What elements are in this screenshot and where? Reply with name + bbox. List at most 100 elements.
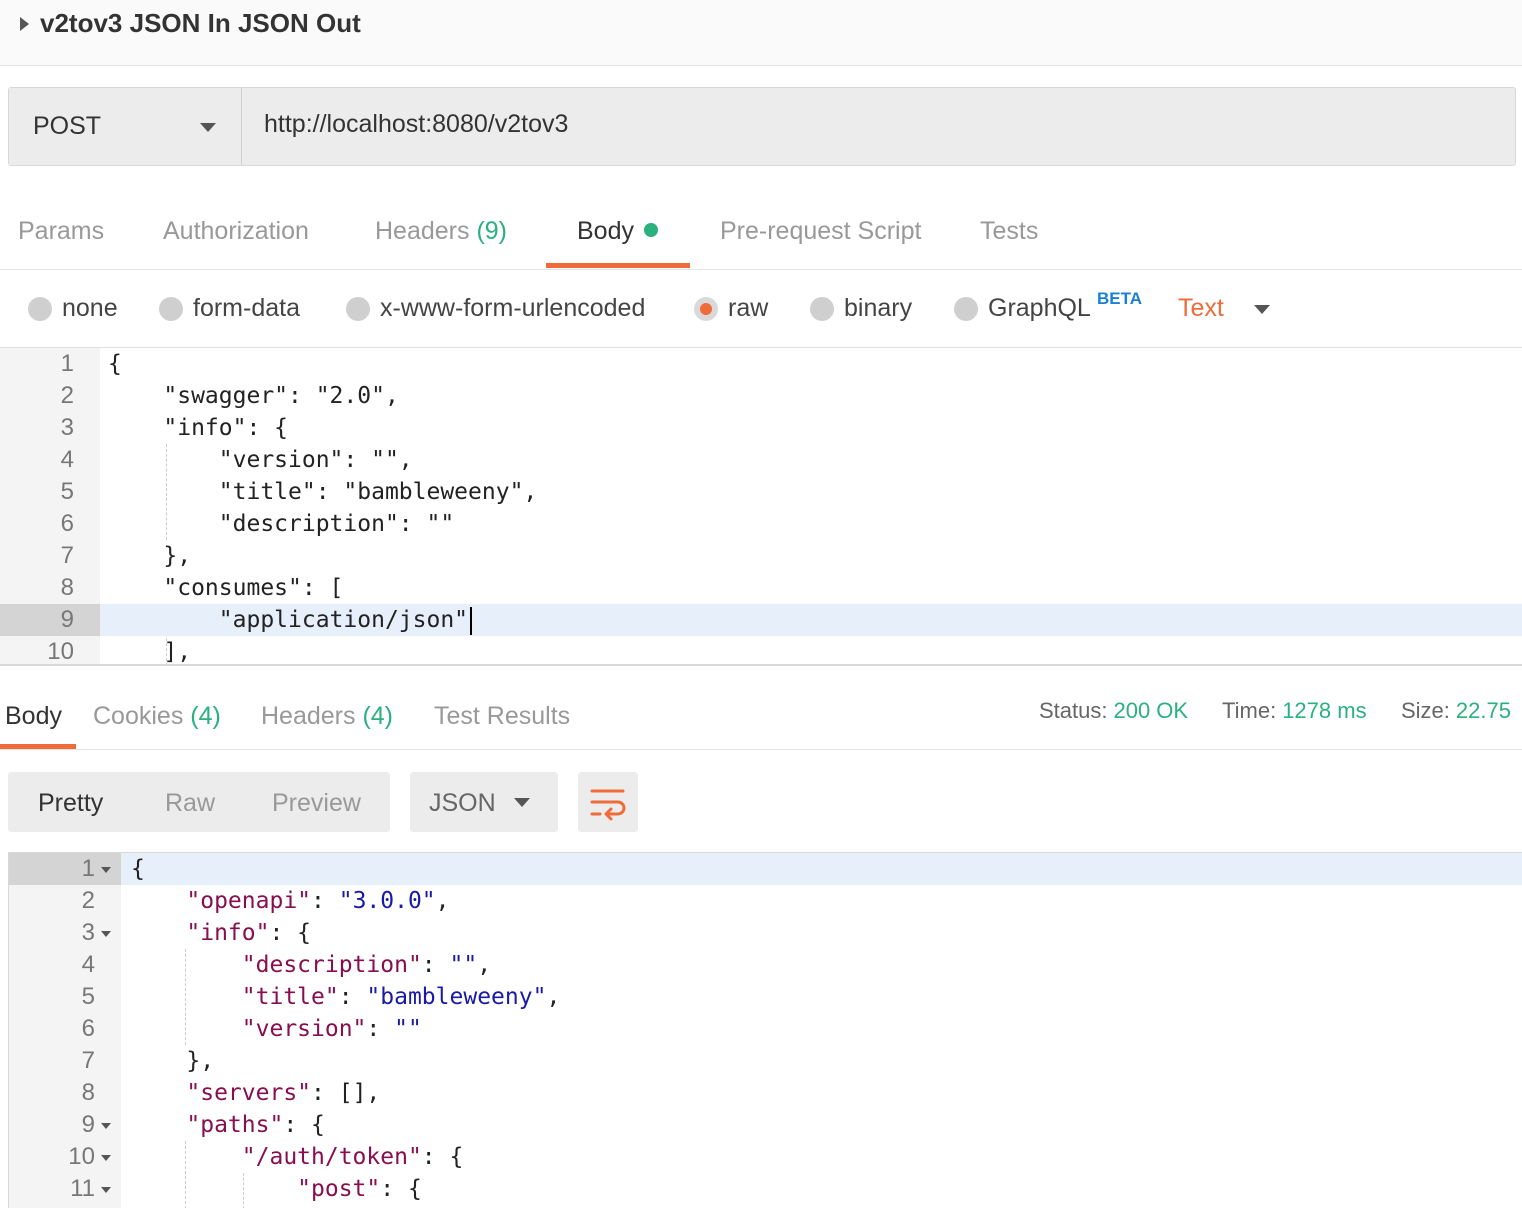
line-number: 1 (81, 855, 95, 882)
request-name[interactable]: v2tov3 JSON In JSON Out (40, 8, 361, 39)
size-readout: Size: 22.75 (1401, 698, 1511, 724)
active-tab-underline (546, 263, 690, 268)
url-input[interactable]: http://localhost:8080/v2tov3 (264, 110, 568, 139)
code-line: 11 "post": { (9, 1173, 1522, 1205)
fold-toggle-icon[interactable] (101, 1123, 111, 1129)
line-number: 4 (60, 446, 74, 473)
content-type-select[interactable]: Text (1178, 294, 1224, 323)
view-preview-button[interactable]: Preview (272, 789, 361, 818)
line-code: "paths": { (186, 1112, 325, 1138)
tab-response-body[interactable]: Body (5, 702, 62, 731)
line-code: "application/json" (108, 604, 473, 636)
line-code: "openapi": "3.0.0", (186, 888, 450, 914)
time-readout: Time: 1278 ms (1222, 698, 1367, 724)
tab-test-results[interactable]: Test Results (434, 702, 570, 731)
request-body-editor[interactable]: 1{ 2 "swagger": "2.0", 3 "info": { 4 "ve… (0, 348, 1522, 666)
code-line: 7 }, (9, 1045, 1522, 1077)
json-key: "servers" (186, 1080, 312, 1106)
line-code: "version": "", (108, 447, 413, 473)
radio-raw-label: raw (728, 294, 769, 322)
tab-cookies[interactable]: Cookies (4) (93, 702, 221, 731)
tab-params[interactable]: Params (18, 217, 104, 246)
chevron-down-icon[interactable] (1254, 305, 1270, 314)
line-number: 8 (60, 574, 74, 601)
json-key: "description" (241, 952, 422, 978)
method-label: POST (33, 112, 102, 140)
code-line: 3 "info": { (9, 917, 1522, 949)
method-select[interactable]: POST (9, 88, 242, 165)
response-tabs: Body Cookies (4) Headers (4) Test Result… (0, 668, 1522, 750)
code-line: 8 "consumes": [ (0, 572, 1522, 604)
status-value: 200 OK (1113, 698, 1189, 723)
code-line: 8 "servers": [], (9, 1077, 1522, 1109)
tab-prerequest-script[interactable]: Pre-request Script (720, 217, 921, 246)
code-line: 7 }, (0, 540, 1522, 572)
view-raw-button[interactable]: Raw (165, 789, 215, 818)
fold-toggle-icon[interactable] (101, 931, 111, 937)
line-number: 2 (60, 382, 74, 409)
tab-cookies-count: (4) (190, 702, 221, 730)
line-number: 11 (70, 1175, 95, 1202)
fold-toggle-icon[interactable] (101, 1187, 111, 1193)
active-code-line: 9 "application/json" (0, 604, 1522, 636)
code-line: 4 "version": "", (0, 444, 1522, 476)
fold-toggle-icon[interactable] (101, 1155, 111, 1161)
expand-caret-icon[interactable] (20, 17, 29, 31)
fold-toggle-icon[interactable] (101, 867, 111, 873)
status-readout: Status: 200 OK (1039, 698, 1188, 724)
tab-headers-count: (9) (476, 217, 508, 245)
tab-body[interactable]: Body (577, 217, 658, 246)
response-format-select[interactable]: JSON (410, 772, 558, 832)
line-code: "post": { (297, 1176, 422, 1202)
line-code: "consumes": [ (108, 575, 344, 601)
response-body-viewer[interactable]: 1{ 2 "openapi": "3.0.0", 3 "info": { 4 "… (8, 852, 1522, 1208)
json-string: "bambleweeny" (366, 984, 547, 1010)
response-view-mode: Pretty Raw Preview (8, 772, 390, 832)
line-number: 10 (68, 1143, 95, 1170)
line-number: 9 (60, 606, 74, 633)
json-string: "" (394, 1016, 422, 1042)
json-key: "paths" (186, 1112, 284, 1138)
code-line: 3 "info": { (0, 412, 1522, 444)
json-string: "3.0.0" (338, 888, 436, 914)
size-value: 22.75 (1455, 698, 1511, 723)
wrap-lines-button[interactable] (578, 772, 638, 832)
line-number: 10 (47, 638, 74, 665)
code-line: 2 "openapi": "3.0.0", (9, 885, 1522, 917)
view-pretty-button[interactable]: Pretty (38, 789, 103, 818)
line-code: "version": "" (241, 1016, 422, 1042)
line-number: 1 (60, 350, 74, 377)
line-code: ], (108, 639, 192, 665)
tab-response-headers[interactable]: Headers (4) (261, 702, 393, 731)
line-number: 8 (81, 1079, 95, 1106)
radio-form-data-label: form-data (193, 294, 300, 322)
text-cursor (470, 606, 473, 635)
line-number: 4 (81, 951, 95, 978)
line-code: }, (108, 543, 192, 569)
chevron-down-icon (514, 798, 530, 807)
line-code: "/auth/token": { (241, 1144, 464, 1170)
code-line: 6 "version": "" (9, 1013, 1522, 1045)
line-number: 5 (60, 478, 74, 505)
line-number: 7 (60, 542, 74, 569)
radio-binary-label: binary (844, 294, 913, 322)
json-key: "/auth/token" (241, 1144, 422, 1170)
tab-headers[interactable]: Headers (9) (375, 217, 507, 246)
beta-badge: BETA (1097, 289, 1143, 308)
code-line: 1{ (0, 348, 1522, 380)
tab-tests[interactable]: Tests (980, 217, 1038, 246)
size-label: Size: (1401, 698, 1450, 723)
code-line: 4 "description": "", (9, 949, 1522, 981)
line-code: { (108, 351, 122, 377)
chevron-down-icon (200, 123, 216, 132)
active-code-line: 1{ (9, 853, 1522, 885)
line-code: "info": { (108, 415, 289, 441)
radio-none-label: none (62, 294, 118, 322)
code-line: 6 "description": "" (0, 508, 1522, 540)
line-number: 3 (81, 919, 95, 946)
tab-authorization[interactable]: Authorization (163, 217, 309, 246)
code-line: 2 "swagger": "2.0", (0, 380, 1522, 412)
body-set-indicator-icon (643, 223, 658, 238)
line-code: "swagger": "2.0", (108, 383, 399, 409)
radio-circle-icon (954, 297, 978, 321)
